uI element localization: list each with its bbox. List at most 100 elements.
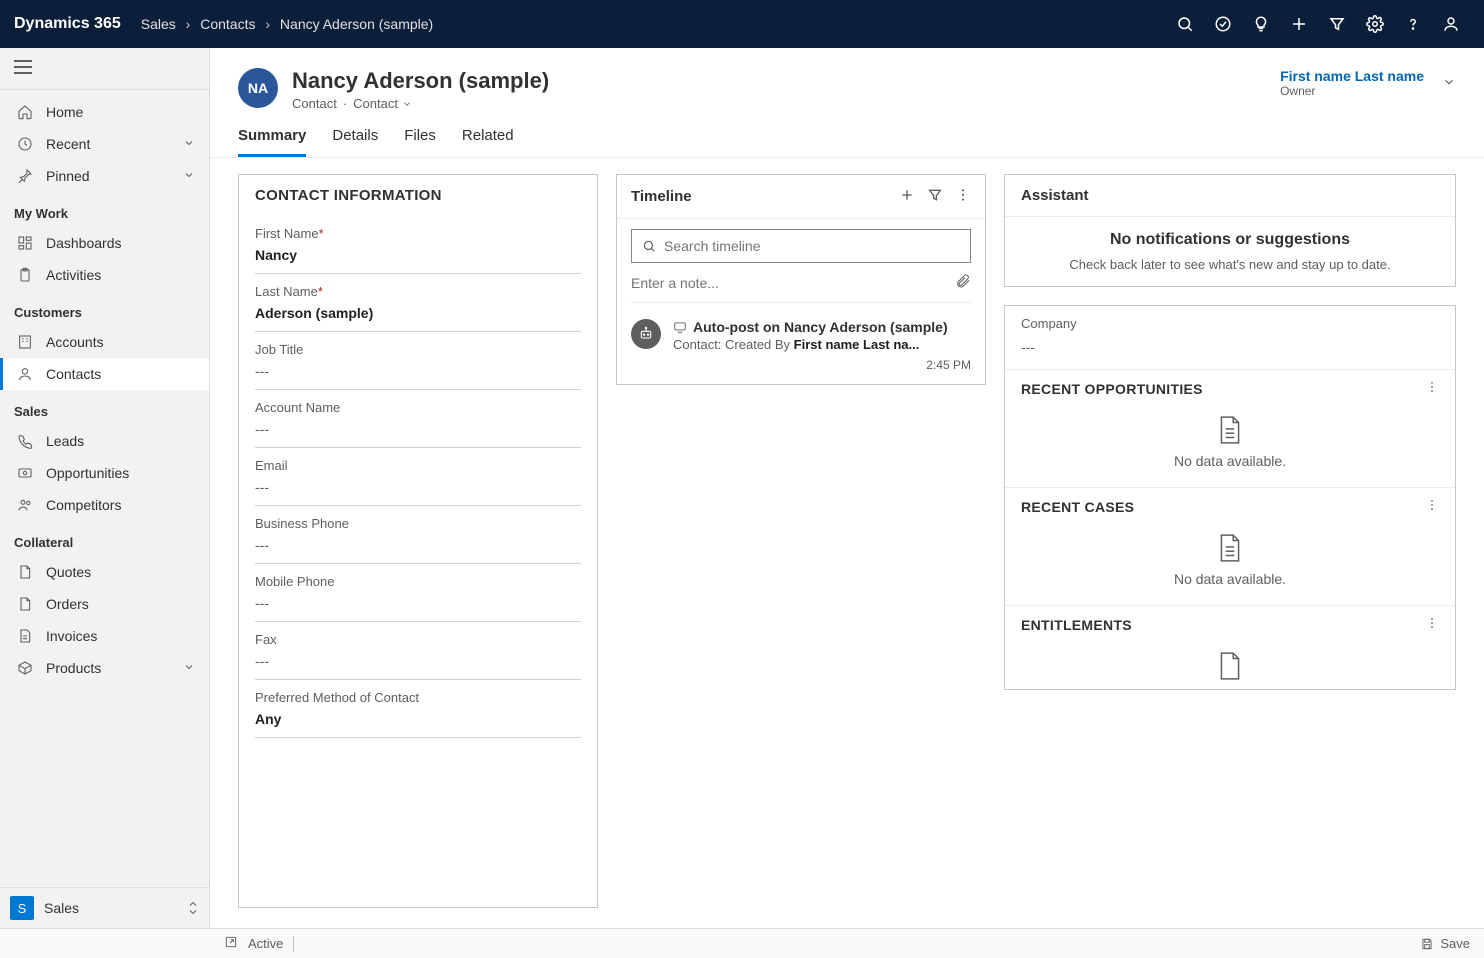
form-selector[interactable]: Contact <box>353 96 412 111</box>
money-icon <box>14 465 36 481</box>
add-icon[interactable] <box>1280 0 1318 48</box>
field-label: Last Name* <box>255 284 581 299</box>
sidebar-item-products[interactable]: Products <box>0 652 209 684</box>
sidebar-label: Dashboards <box>46 235 122 251</box>
tab-related[interactable]: Related <box>462 127 514 157</box>
sidebar-label: Recent <box>46 136 90 152</box>
timeline-header: Timeline <box>631 188 692 205</box>
tab-files[interactable]: Files <box>404 127 436 157</box>
entitlements-header: ENTITLEMENTS <box>1021 617 1132 633</box>
updown-icon[interactable] <box>187 900 199 916</box>
form-field[interactable]: Business Phone--- <box>255 506 581 564</box>
timeline-item[interactable]: Auto-post on Nancy Aderson (sample) Cont… <box>617 313 985 384</box>
sidebar-item-recent[interactable]: Recent <box>0 128 209 160</box>
contact-info-card: CONTACT INFORMATION First Name*NancyLast… <box>238 174 598 908</box>
sidebar-item-opportunities[interactable]: Opportunities <box>0 457 209 489</box>
attachment-icon[interactable] <box>955 273 971 292</box>
timeline-more-icon[interactable] <box>955 187 971 206</box>
owner-link[interactable]: First name Last name <box>1280 68 1424 84</box>
sidebar-item-orders[interactable]: Orders <box>0 588 209 620</box>
sidebar-label: Leads <box>46 433 84 449</box>
breadcrumb-contacts[interactable]: Contacts <box>200 16 255 32</box>
field-label: Email <box>255 458 581 473</box>
nodata-text: No data available. <box>1174 571 1286 587</box>
timeline-search-input[interactable] <box>664 238 960 254</box>
owner-label: Owner <box>1280 84 1424 98</box>
help-icon[interactable] <box>1394 0 1432 48</box>
sidebar-group-mywork: My Work <box>0 192 209 227</box>
sidebar-item-contacts[interactable]: Contacts <box>0 358 209 390</box>
contact-info-header: CONTACT INFORMATION <box>239 175 597 216</box>
sidebar-area-switcher[interactable]: S Sales <box>0 887 209 928</box>
sidebar-item-activities[interactable]: Activities <box>0 259 209 291</box>
timeline-add-icon[interactable] <box>899 187 915 206</box>
sidebar-item-home[interactable]: Home <box>0 96 209 128</box>
popout-icon[interactable] <box>224 935 238 952</box>
more-icon[interactable] <box>1425 498 1439 515</box>
opps-nodata: No data available. <box>1005 407 1455 487</box>
pin-icon <box>14 168 36 184</box>
sidebar-item-competitors[interactable]: Competitors <box>0 489 209 521</box>
avatar: NA <box>238 68 278 108</box>
save-button[interactable]: Save <box>1420 936 1470 951</box>
form-field[interactable]: Preferred Method of ContactAny <box>255 680 581 738</box>
area-tile: S <box>10 896 34 920</box>
record-header: NA Nancy Aderson (sample) Contact · Cont… <box>210 48 1484 111</box>
sidebar-group-collateral: Collateral <box>0 521 209 556</box>
field-label: Account Name <box>255 400 581 415</box>
form-field[interactable]: Email --- <box>255 448 581 506</box>
field-value: Aderson (sample) <box>255 305 581 321</box>
more-icon[interactable] <box>1425 616 1439 633</box>
clock-icon <box>14 136 36 152</box>
breadcrumb-record[interactable]: Nancy Aderson (sample) <box>280 16 433 32</box>
more-icon[interactable] <box>1425 380 1439 397</box>
sidebar-item-invoices[interactable]: Invoices <box>0 620 209 652</box>
breadcrumb-sales[interactable]: Sales <box>141 16 176 32</box>
field-value: --- <box>255 363 581 379</box>
company-label: Company <box>1021 316 1077 331</box>
save-label: Save <box>1440 936 1470 951</box>
sidebar-item-dashboards[interactable]: Dashboards <box>0 227 209 259</box>
gear-icon[interactable] <box>1356 0 1394 48</box>
sidebar-item-accounts[interactable]: Accounts <box>0 326 209 358</box>
assistant-card: Assistant No notifications or suggestion… <box>1004 174 1456 287</box>
form-field[interactable]: Fax--- <box>255 622 581 680</box>
task-icon[interactable] <box>1204 0 1242 48</box>
assistant-header: Assistant <box>1005 175 1455 217</box>
recent-opps-header: RECENT OPPORTUNITIES <box>1021 381 1203 397</box>
filter-icon[interactable] <box>1318 0 1356 48</box>
user-icon[interactable] <box>1432 0 1470 48</box>
breadcrumb: Sales › Contacts › Nancy Aderson (sample… <box>141 16 433 32</box>
field-value: --- <box>255 421 581 437</box>
form-field[interactable]: Last Name* Aderson (sample) <box>255 274 581 332</box>
document-icon <box>14 564 36 580</box>
field-value: --- <box>255 479 581 495</box>
timeline-search[interactable] <box>631 229 971 263</box>
sidebar-label: Pinned <box>46 168 90 184</box>
sidebar-item-leads[interactable]: Leads <box>0 425 209 457</box>
field-label: Job Title <box>255 342 581 357</box>
form-field[interactable]: Account Name --- <box>255 390 581 448</box>
field-label: Fax <box>255 632 581 647</box>
timeline-filter-icon[interactable] <box>927 187 943 206</box>
form-field[interactable]: Job Title --- <box>255 332 581 390</box>
person-icon <box>14 366 36 382</box>
lightbulb-icon[interactable] <box>1242 0 1280 48</box>
record-title: Nancy Aderson (sample) <box>292 68 549 94</box>
related-card: Company --- RECENT OPPORTUNITIES No data… <box>1004 305 1456 690</box>
field-label: Mobile Phone <box>255 574 581 589</box>
sidebar-item-pinned[interactable]: Pinned <box>0 160 209 192</box>
timeline-note-input[interactable] <box>631 275 955 291</box>
form-field[interactable]: First Name*Nancy <box>255 216 581 274</box>
header-expand-icon[interactable] <box>1442 75 1456 92</box>
form-field[interactable]: Mobile Phone--- <box>255 564 581 622</box>
sidebar-item-quotes[interactable]: Quotes <box>0 556 209 588</box>
timeline-item-sub-bold: First name Last na... <box>794 337 920 352</box>
tab-summary[interactable]: Summary <box>238 127 306 157</box>
dashboard-icon <box>14 235 36 251</box>
area-label: Sales <box>44 900 79 916</box>
hamburger-icon[interactable] <box>0 48 209 90</box>
tab-details[interactable]: Details <box>332 127 378 157</box>
search-icon[interactable] <box>1166 0 1204 48</box>
company-value[interactable]: --- <box>1005 337 1455 369</box>
